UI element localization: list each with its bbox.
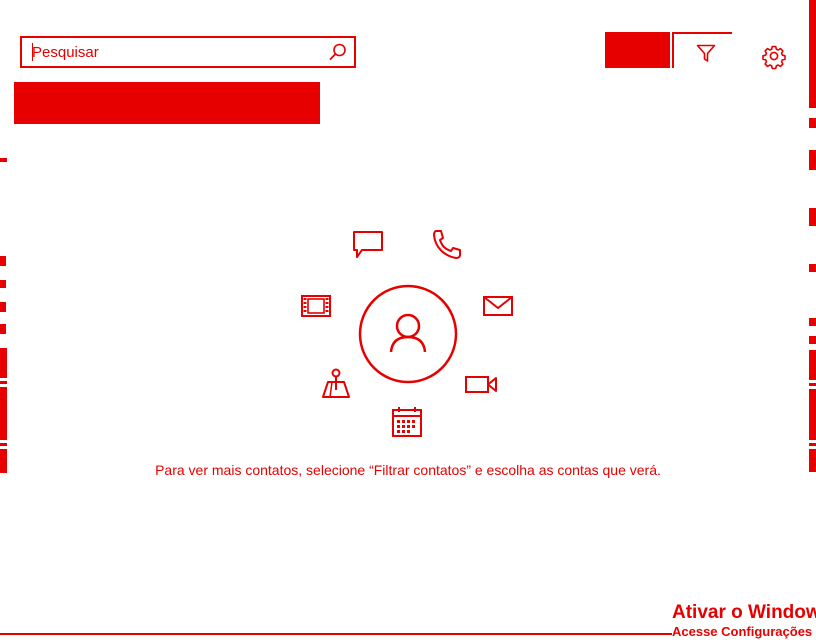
bottom-divider — [0, 633, 672, 635]
chat-icon — [353, 231, 383, 258]
selection-banner — [14, 82, 320, 124]
empty-state-message: Para ver mais contatos, selecione “Filtr… — [155, 462, 661, 478]
person-icon — [358, 284, 458, 384]
search-input[interactable] — [22, 38, 322, 66]
empty-state-illustration — [290, 220, 530, 440]
text-caret — [32, 43, 33, 61]
settings-button[interactable] — [760, 42, 788, 70]
video-call-icon — [465, 376, 497, 393]
phone-icon — [433, 230, 461, 259]
film-icon — [301, 295, 331, 317]
right-window-edge — [809, 0, 816, 640]
left-window-edge — [0, 0, 7, 640]
search-box[interactable] — [20, 36, 356, 68]
filter-contacts-button[interactable] — [672, 32, 732, 68]
calendar-icon — [392, 407, 422, 437]
mail-icon — [483, 296, 513, 316]
search-icon[interactable] — [328, 42, 348, 62]
add-contact-button[interactable] — [605, 32, 670, 68]
map-pin-icon — [322, 368, 350, 398]
activation-watermark: Ativar o Windows Acesse Configurações — [672, 602, 816, 640]
filter-icon — [696, 44, 716, 62]
watermark-subtitle: Acesse Configurações — [672, 624, 813, 639]
gear-icon — [762, 45, 786, 70]
watermark-title: Ativar o Windows — [672, 602, 816, 623]
